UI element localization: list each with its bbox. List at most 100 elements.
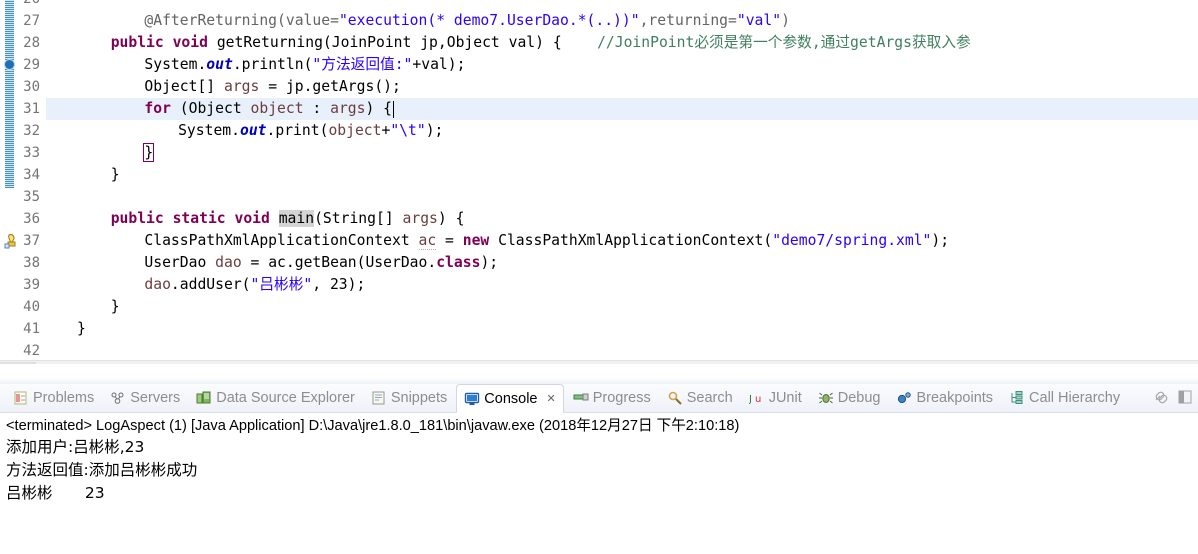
console-output-line: 方法返回值:添加吕彬彬成功 xyxy=(6,461,198,479)
code-token: .println( xyxy=(232,56,313,73)
call-hierarchy-icon xyxy=(1009,390,1025,406)
code-token: } xyxy=(143,143,155,162)
code-line[interactable] xyxy=(46,340,77,362)
tab-call-hierarchy[interactable]: Call Hierarchy xyxy=(1002,384,1127,412)
code-token: out xyxy=(240,122,267,139)
tab-data-source-explorer[interactable]: Data Source Explorer xyxy=(189,384,362,412)
tab-label: Call Hierarchy xyxy=(1029,390,1121,406)
scroll-left-arrow-icon[interactable]: ❮ xyxy=(40,363,56,364)
code-line[interactable]: Object[] args = jp.getArgs(); xyxy=(46,76,401,98)
tab-problems[interactable]: Problems xyxy=(6,384,101,412)
close-icon[interactable]: ✕ xyxy=(546,392,555,405)
code-line[interactable]: ClassPathXmlApplicationContext ac = new … xyxy=(46,230,949,252)
pin-console-icon[interactable] xyxy=(1152,388,1170,406)
code-token: ac xyxy=(418,232,437,250)
tab-junit[interactable]: Ju JUnit xyxy=(742,384,809,412)
editor-horizontal-scrollbar[interactable]: ❮ xyxy=(0,360,1198,364)
code-token: = jp.getArgs(); xyxy=(259,78,401,95)
code-token: } xyxy=(77,320,86,337)
debug-icon xyxy=(818,390,834,406)
code-token: } xyxy=(110,166,120,183)
code-token: (String[] xyxy=(314,210,403,227)
console-icon xyxy=(464,391,480,407)
code-line[interactable]: } xyxy=(46,296,120,318)
code-line[interactable] xyxy=(46,186,77,208)
tab-debug[interactable]: Debug xyxy=(811,384,888,412)
svg-text:J: J xyxy=(749,394,752,405)
code-line[interactable]: System.out.print(object+"\t"); xyxy=(46,120,443,142)
code-token: new xyxy=(462,232,499,249)
tab-label: Data Source Explorer xyxy=(216,390,355,406)
line-number: 40 xyxy=(23,299,40,315)
code-token: ) { xyxy=(437,210,465,227)
code-token: .addUser( xyxy=(170,276,251,293)
code-token: public xyxy=(110,34,173,51)
console-output[interactable]: 添加用户:吕彬彬,23 方法返回值:添加吕彬彬成功 吕彬彬 23 xyxy=(0,436,1198,554)
search-icon xyxy=(667,390,683,406)
code-line[interactable]: public void getReturning(JoinPoint jp,Ob… xyxy=(46,32,971,54)
code-token: ) { xyxy=(365,100,393,117)
code-line[interactable]: dao.addUser("吕彬彬", 23); xyxy=(46,274,365,296)
view-tab-bar[interactable]: Problems Servers Data Source Explorer Snipp… xyxy=(0,384,1198,413)
line-number: 28 xyxy=(23,35,40,51)
tab-search[interactable]: Search xyxy=(660,384,740,412)
display-selected-console-icon[interactable] xyxy=(1176,388,1194,406)
code-token: object xyxy=(328,122,382,139)
datasource-icon xyxy=(196,390,212,406)
code-line[interactable]: } xyxy=(46,164,120,186)
code-token: object xyxy=(250,100,304,117)
line-number: 34 xyxy=(23,167,40,183)
line-number: 31 xyxy=(23,101,40,117)
code-line[interactable]: System.out.println("方法返回值:"+val); xyxy=(46,54,465,76)
code-token: System. xyxy=(178,122,240,139)
java-editor[interactable]: 26 27 28 29 30 31 32 33 34 35 36 37 38 39 40 41 42 @Afte… xyxy=(0,0,1198,364)
code-token: Object[] xyxy=(144,78,224,95)
tab-breakpoints[interactable]: Breakpoints xyxy=(889,384,1000,412)
code-token: void xyxy=(172,34,217,51)
code-token: ClassPathXmlApplicationContext xyxy=(144,232,419,249)
code-token: (Object xyxy=(170,100,251,117)
tab-label: Problems xyxy=(33,390,95,406)
line-number: 35 xyxy=(23,189,40,205)
line-number: 29 xyxy=(23,57,40,73)
code-token: "吕彬彬" xyxy=(250,276,313,293)
code-token: public xyxy=(110,210,173,227)
line-number: 33 xyxy=(23,145,40,161)
editor-gutter[interactable]: 26 27 28 29 30 31 32 33 34 35 36 37 38 39 40 41 42 xyxy=(0,0,46,364)
code-token: = ac.getBean(UserDao. xyxy=(241,254,437,271)
view-toolbar[interactable] xyxy=(1152,388,1194,406)
console-output-line: 吕彬彬 23 xyxy=(6,484,105,502)
tab-label: Console xyxy=(484,390,538,407)
servers-icon xyxy=(110,390,126,406)
code-token: //JoinPoint必须是第一个参数,通过getArgs获取入参 xyxy=(597,34,971,51)
svg-text:u: u xyxy=(755,394,761,405)
code-token: : xyxy=(303,100,331,117)
code-token: static xyxy=(172,210,235,227)
code-token: "方法返回值:" xyxy=(312,56,413,73)
code-line[interactable]: for (Object object : args) { xyxy=(46,98,392,120)
code-line[interactable]: public static void main(String[] args) { xyxy=(46,208,464,230)
code-line[interactable]: UserDao dao = ac.getBean(UserDao.class); xyxy=(46,252,498,274)
tab-label: JUnit xyxy=(768,390,802,406)
code-line[interactable]: @AfterReturning(value="execution(* demo7… xyxy=(46,10,790,32)
code-token: ); xyxy=(480,254,499,271)
tab-label: Debug xyxy=(837,390,881,406)
editor-hscroll-thumb[interactable] xyxy=(0,362,36,364)
line-number: 37 xyxy=(23,233,40,249)
tab-progress[interactable]: Progress xyxy=(566,384,658,412)
code-token: "execution(* demo7.UserDao.*(..))" xyxy=(338,12,640,29)
tab-servers[interactable]: Servers xyxy=(103,384,187,412)
tab-console[interactable]: Console ✕ xyxy=(456,384,564,413)
code-line[interactable]: } xyxy=(46,142,155,164)
code-token: args xyxy=(223,78,260,95)
line-number: 39 xyxy=(23,277,40,293)
tab-label: Progress xyxy=(592,390,651,406)
code-line[interactable]: } xyxy=(46,318,86,340)
line-number: 38 xyxy=(23,255,40,271)
console-view: Problems Servers Data Source Explorer Snipp… xyxy=(0,384,1198,554)
tab-snippets[interactable]: Snippets xyxy=(364,384,454,412)
code-token: UserDao xyxy=(144,254,216,271)
code-token: "demo7/spring.xml" xyxy=(772,232,932,249)
console-output-line: 添加用户:吕彬彬,23 xyxy=(6,438,145,456)
